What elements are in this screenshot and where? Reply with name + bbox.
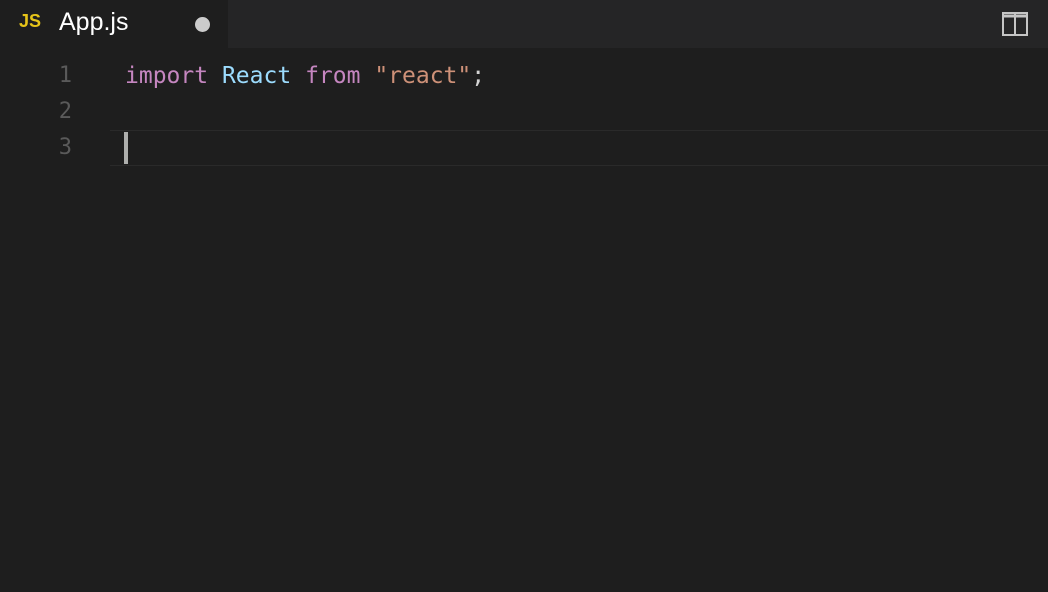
tab-app-js[interactable]: JS App.js	[0, 0, 228, 48]
split-editor-icon[interactable]	[1002, 12, 1028, 36]
line-number: 1	[58, 63, 72, 88]
tab-bar: JS App.js	[0, 0, 1048, 48]
code-line-1[interactable]: import React from "react";	[125, 58, 485, 94]
line-number-gutter: 1 2 3	[0, 48, 110, 592]
code-token-keyword: import	[125, 63, 209, 89]
code-token-punctuation: ;	[471, 63, 486, 89]
text-cursor	[124, 132, 128, 164]
code-editor[interactable]: 1 2 3 import React from "react";	[0, 48, 1048, 592]
code-token-keyword: from	[305, 63, 361, 89]
code-token-identifier: React	[221, 63, 292, 89]
tab-title: App.js	[59, 8, 129, 36]
line-number: 2	[58, 99, 72, 124]
code-token-string: "react"	[374, 63, 472, 89]
javascript-file-icon: JS	[19, 11, 42, 31]
line-number: 3	[58, 135, 72, 160]
editor-window: JS App.js 1 2 3 import React from "react…	[0, 0, 1048, 592]
current-line-highlight	[110, 130, 1048, 166]
unsaved-changes-dot-icon[interactable]	[195, 17, 210, 32]
